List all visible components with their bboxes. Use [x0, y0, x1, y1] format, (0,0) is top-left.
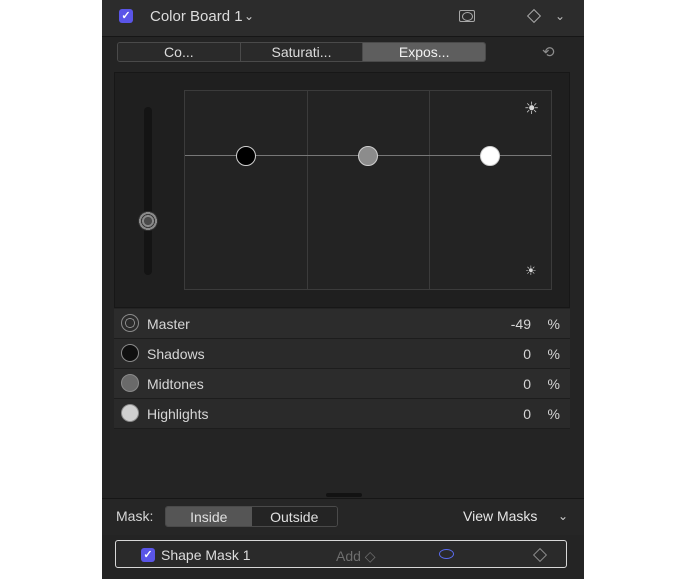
shape-mask-label: Shape Mask 1 [161, 547, 251, 563]
row-unit: % [547, 346, 560, 362]
highlights-value[interactable]: 0 [523, 406, 531, 422]
shadows-puck[interactable] [236, 146, 256, 166]
shape-mask-row[interactable]: ✓ Shape Mask 1 Add ◇ [115, 540, 567, 568]
add-shape-popup[interactable]: Add ◇ [336, 548, 376, 565]
shape-mask-checkbox[interactable]: ✓ [141, 548, 155, 562]
effect-title[interactable]: Color Board 1 [150, 8, 243, 25]
reset-icon[interactable]: ⟲ [542, 43, 555, 61]
exposure-board: ☀ ☀ [114, 72, 570, 308]
master-ring-icon [121, 314, 139, 332]
keyframe-icon[interactable] [526, 8, 542, 24]
ellipse-shape-icon[interactable] [439, 549, 454, 559]
row-label: Midtones [147, 376, 204, 392]
mask-mode-toggle: Inside Outside [165, 506, 338, 527]
grid-divider [429, 91, 430, 289]
chevron-down-icon[interactable]: ⌄ [244, 9, 254, 23]
row-unit: % [547, 406, 560, 422]
bright-sun-icon: ☀ [524, 99, 540, 118]
mask-label: Mask: [116, 508, 154, 524]
chevron-down-icon[interactable]: ⌄ [558, 509, 568, 523]
row-unit: % [547, 316, 560, 332]
inspector-header: ✓ Color Board 1 ⌄ ⌄ [102, 0, 584, 37]
row-midtones[interactable]: Midtones 0 % [114, 369, 570, 399]
grid-divider [307, 91, 308, 289]
row-highlights[interactable]: Highlights 0 % [114, 399, 570, 429]
master-slider-knob[interactable] [138, 211, 158, 231]
dim-sun-icon: ☀ [525, 263, 537, 278]
exposure-values-list: Master -49 % Shadows 0 % Midtones 0 % Hi… [114, 309, 570, 429]
tab-saturation[interactable]: Saturati... [240, 43, 364, 61]
keyframe-icon[interactable] [532, 547, 548, 563]
inside-button[interactable]: Inside [166, 507, 252, 526]
row-label: Master [147, 316, 190, 332]
color-board-tabs: Co... Saturati... Expos... [117, 42, 486, 62]
midtones-puck[interactable] [358, 146, 378, 166]
master-value[interactable]: -49 [511, 316, 531, 332]
midtones-icon [121, 374, 139, 392]
mask-bar: Mask: Inside Outside View Masks ⌄ [102, 498, 584, 535]
enable-checkbox[interactable]: ✓ [119, 9, 133, 23]
master-slider-track[interactable] [144, 107, 152, 275]
exposure-grid: ☀ ☀ [184, 90, 552, 290]
row-shadows[interactable]: Shadows 0 % [114, 339, 570, 369]
midtones-value[interactable]: 0 [523, 376, 531, 392]
row-unit: % [547, 376, 560, 392]
color-board-inspector: ✓ Color Board 1 ⌄ ⌄ Co... Saturati... Ex… [102, 0, 584, 579]
highlights-icon [121, 404, 139, 422]
resize-handle[interactable] [326, 493, 362, 497]
row-master[interactable]: Master -49 % [114, 309, 570, 339]
row-label: Highlights [147, 406, 209, 422]
tab-exposure[interactable]: Expos... [363, 43, 485, 61]
outside-button[interactable]: Outside [251, 507, 337, 526]
chevron-down-icon[interactable]: ⌄ [555, 9, 565, 23]
row-label: Shadows [147, 346, 205, 362]
shadows-value[interactable]: 0 [523, 346, 531, 362]
view-masks-button[interactable]: View Masks [463, 508, 537, 524]
mask-icon[interactable] [459, 10, 475, 22]
tab-color[interactable]: Co... [118, 43, 241, 61]
highlights-puck[interactable] [480, 146, 500, 166]
shadows-icon [121, 344, 139, 362]
